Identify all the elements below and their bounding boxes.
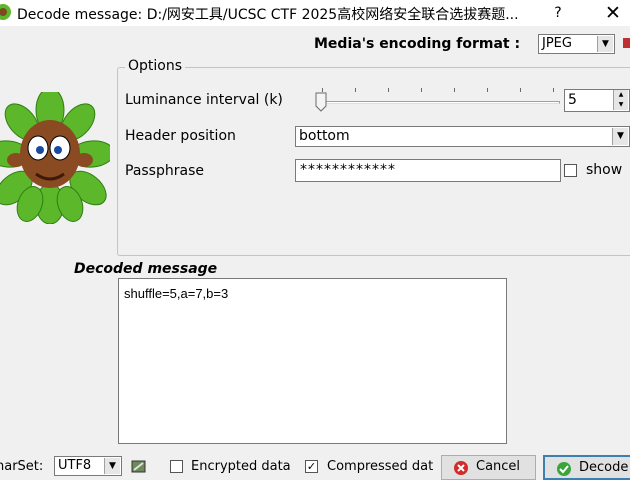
slider-tick — [421, 88, 422, 92]
luminance-interval-label: Luminance interval (k) — [125, 92, 283, 108]
charset-label: harSet: — [0, 459, 44, 474]
show-passphrase-label[interactable]: show — [586, 162, 622, 178]
help-button[interactable]: ? — [548, 3, 568, 23]
decode-button[interactable]: Decode — [543, 455, 630, 480]
encoding-format-value: JPEG — [542, 36, 572, 51]
decoded-message-text: shuffle=5,a=7,b=3 — [124, 286, 229, 301]
encoding-format-label: Media's encoding format : — [314, 36, 521, 52]
charset-edit-icon[interactable] — [131, 459, 147, 474]
decode-check-icon — [557, 462, 571, 476]
encrypted-data-checkbox[interactable] — [170, 460, 183, 473]
luminance-slider-track[interactable] — [318, 101, 560, 104]
luminance-slider-thumb[interactable] — [315, 92, 327, 112]
header-position-label: Header position — [125, 128, 236, 144]
luminance-value: 5 — [568, 92, 577, 108]
slider-tick — [454, 88, 455, 92]
format-extra-icon[interactable] — [622, 36, 630, 50]
decode-label: Decode — [579, 460, 629, 475]
slider-tick — [487, 88, 488, 92]
close-button[interactable]: ✕ — [600, 2, 626, 24]
compressed-data-label[interactable]: Compressed dat — [327, 459, 435, 474]
compressed-data-checkbox[interactable]: ✓ — [305, 460, 318, 473]
show-passphrase-checkbox[interactable] — [564, 164, 577, 177]
chevron-down-icon: ▼ — [612, 128, 628, 145]
decoded-message-textarea[interactable] — [118, 278, 507, 444]
decoded-message-heading: Decoded message — [74, 261, 218, 277]
charset-select[interactable]: UTF8 ▼ — [54, 456, 122, 476]
mascot-leaves-icon — [0, 92, 110, 224]
passphrase-input[interactable]: ************ — [295, 159, 561, 182]
cancel-icon — [454, 461, 468, 475]
chevron-down-icon: ▼ — [597, 36, 613, 52]
spin-down-icon[interactable]: ▼ — [613, 100, 628, 110]
luminance-spinbox[interactable]: 5 ▲ ▼ — [564, 89, 630, 112]
slider-tick — [388, 88, 389, 92]
encrypted-data-label[interactable]: Encrypted data — [191, 459, 291, 474]
slider-tick — [520, 88, 521, 92]
chevron-down-icon: ▼ — [104, 458, 120, 474]
passphrase-value: ************ — [300, 162, 396, 178]
app-icon — [0, 4, 11, 20]
window-title: Decode message: D:/网安工具/UCSC CTF 2025高校网… — [17, 7, 519, 23]
header-position-select[interactable]: bottom ▼ — [295, 126, 630, 147]
charset-value: UTF8 — [58, 458, 92, 473]
passphrase-label: Passphrase — [125, 163, 204, 179]
header-position-value: bottom — [299, 128, 350, 144]
options-legend: Options — [125, 58, 186, 74]
slider-tick — [553, 88, 554, 92]
cancel-label: Cancel — [476, 459, 521, 474]
encoding-format-select[interactable]: JPEG ▼ — [538, 34, 615, 54]
cancel-button[interactable]: Cancel — [441, 455, 536, 480]
slider-tick — [355, 88, 356, 92]
